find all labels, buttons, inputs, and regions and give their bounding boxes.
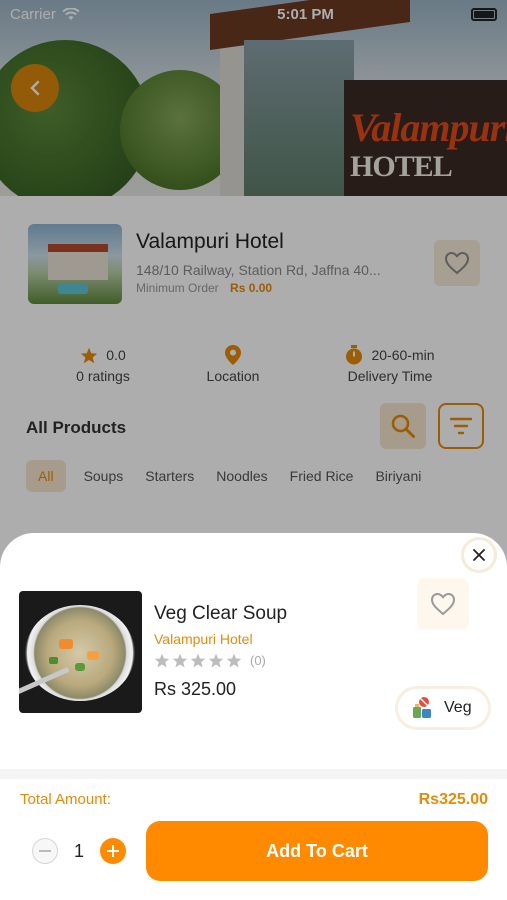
veg-label: Veg xyxy=(444,699,472,716)
soup-bowl-shape xyxy=(25,605,135,701)
product-bottom-sheet: Veg Clear Soup Valampuri Hotel (0) Rs 32… xyxy=(0,533,507,900)
star-icon xyxy=(190,653,206,668)
add-to-cart-button[interactable]: Add To Cart xyxy=(146,821,488,881)
veg-icon xyxy=(413,697,431,718)
product-favorite-button[interactable] xyxy=(417,578,469,630)
star-icon xyxy=(208,653,224,668)
close-icon xyxy=(473,549,485,561)
star-icon xyxy=(172,653,188,668)
greens-piece xyxy=(75,663,85,671)
sheet-divider xyxy=(0,769,507,779)
minus-icon xyxy=(39,850,51,852)
total-amount-value: Rs325.00 xyxy=(418,791,488,808)
quantity-stepper: 1 xyxy=(32,838,126,864)
product-rating: (0) xyxy=(154,653,266,668)
product-price: Rs 325.00 xyxy=(154,679,237,699)
rating-count: (0) xyxy=(250,653,266,668)
product-image xyxy=(19,591,142,713)
total-amount-label: Total Amount: xyxy=(20,791,111,808)
plus-icon xyxy=(107,845,119,857)
close-sheet-button[interactable] xyxy=(464,540,494,570)
carrot-piece xyxy=(59,639,73,649)
product-restaurant[interactable]: Valampuri Hotel xyxy=(154,631,253,647)
heart-icon xyxy=(430,592,456,616)
decrease-quantity-button[interactable] xyxy=(32,838,58,864)
star-icon xyxy=(154,653,170,668)
increase-quantity-button[interactable] xyxy=(100,838,126,864)
star-icon xyxy=(226,653,242,668)
quantity-value: 1 xyxy=(73,840,84,861)
greens-piece xyxy=(49,657,58,664)
carrot-piece xyxy=(87,651,99,660)
product-name: Veg Clear Soup xyxy=(154,603,288,624)
veg-badge: Veg xyxy=(398,689,488,727)
